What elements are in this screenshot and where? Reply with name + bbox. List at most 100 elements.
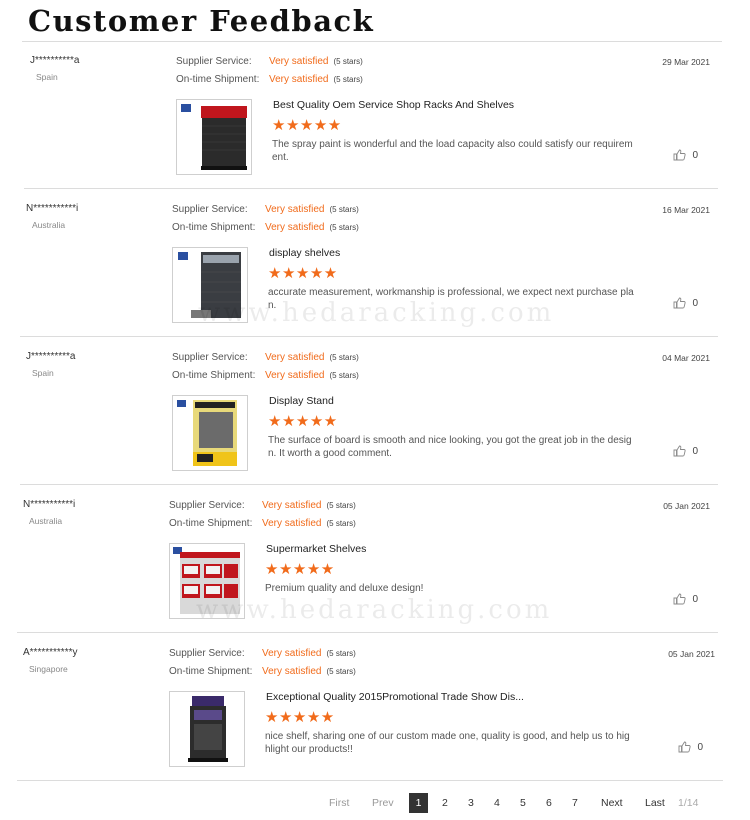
like-count: 0 bbox=[697, 741, 703, 753]
shipment-label: On-time Shipment: bbox=[176, 74, 260, 85]
pagination: First Prev 1 2 3 4 5 6 7 Next Last 1/14 bbox=[0, 793, 750, 815]
like-button[interactable]: 0 bbox=[673, 149, 698, 161]
shipment-stars: (5 stars) bbox=[333, 75, 363, 84]
shipment-row: On-time Shipment: Very satisfied (5 stars) bbox=[172, 370, 359, 381]
reviewer-name: J**********a bbox=[30, 55, 80, 66]
reviewer-name: A***********y bbox=[23, 647, 78, 658]
shipment-stars: (5 stars) bbox=[326, 667, 356, 676]
pagination-page[interactable]: 2 bbox=[442, 797, 448, 809]
like-button[interactable]: 0 bbox=[678, 741, 703, 753]
thumbs-up-icon bbox=[673, 593, 687, 605]
pagination-page[interactable]: 4 bbox=[494, 797, 500, 809]
product-title-link[interactable]: display shelves bbox=[269, 247, 340, 259]
thumbs-up-icon bbox=[673, 297, 687, 309]
supplier-service-row: Supplier Service: Very satisfied (5 stars) bbox=[172, 352, 359, 363]
supplier-service-row: Supplier Service: Very satisfied (5 stars) bbox=[176, 56, 363, 67]
like-button[interactable]: 0 bbox=[673, 297, 698, 309]
pagination-page[interactable]: 3 bbox=[468, 797, 474, 809]
reviewer-country: Australia bbox=[29, 516, 63, 526]
review-item: J**********a Spain Supplier Service: Very… bbox=[24, 41, 718, 189]
product-thumbnail[interactable] bbox=[169, 543, 245, 619]
thumbs-up-icon bbox=[678, 741, 692, 753]
pagination-first[interactable]: First bbox=[329, 797, 349, 809]
shipment-stars: (5 stars) bbox=[326, 519, 356, 528]
shipment-label: On-time Shipment: bbox=[172, 370, 256, 381]
star-rating: ★★★★★ bbox=[272, 117, 342, 134]
shipment-value: Very satisfied bbox=[265, 370, 325, 381]
thumbs-up-icon bbox=[673, 149, 687, 161]
like-count: 0 bbox=[692, 593, 698, 605]
product-thumbnail[interactable] bbox=[172, 395, 248, 471]
review-date: 05 Jan 2021 bbox=[668, 649, 715, 659]
pagination-page-current[interactable]: 1 bbox=[409, 793, 428, 813]
shipment-label: On-time Shipment: bbox=[169, 518, 253, 529]
product-title-link[interactable]: Display Stand bbox=[269, 395, 334, 407]
shipment-value: Very satisfied bbox=[262, 518, 322, 529]
review-comment: nice shelf, sharing one of our custom ma… bbox=[265, 731, 630, 755]
supplier-service-stars: (5 stars) bbox=[326, 501, 356, 510]
star-rating: ★★★★★ bbox=[268, 413, 338, 430]
shipment-row: On-time Shipment: Very satisfied (5 stars) bbox=[176, 74, 363, 85]
supplier-service-stars: (5 stars) bbox=[329, 205, 359, 214]
reviewer-name: N***********i bbox=[23, 499, 76, 510]
supplier-service-label: Supplier Service: bbox=[172, 352, 248, 363]
review-item: A***********y Singapore Supplier Service… bbox=[17, 633, 723, 781]
product-title-link[interactable]: Best Quality Oem Service Shop Racks And … bbox=[273, 99, 514, 111]
product-thumbnail[interactable] bbox=[169, 691, 245, 767]
supplier-service-row: Supplier Service: Very satisfied (5 stars) bbox=[172, 204, 359, 215]
supplier-service-value: Very satisfied bbox=[262, 500, 322, 511]
reviewer-country: Singapore bbox=[29, 664, 68, 674]
like-count: 0 bbox=[692, 297, 698, 309]
pagination-page[interactable]: 5 bbox=[520, 797, 526, 809]
thumbs-up-icon bbox=[673, 445, 687, 457]
shipment-row: On-time Shipment: Very satisfied (5 stars) bbox=[172, 222, 359, 233]
reviewer-country: Spain bbox=[36, 72, 58, 82]
like-count: 0 bbox=[692, 149, 698, 161]
product-thumbnail[interactable] bbox=[176, 99, 252, 175]
supplier-service-value: Very satisfied bbox=[269, 56, 329, 67]
like-count: 0 bbox=[692, 445, 698, 457]
pagination-total: 1/14 bbox=[678, 797, 699, 809]
review-item: N***********i Australia Supplier Service… bbox=[20, 189, 718, 337]
review-comment: The surface of board is smooth and nice … bbox=[268, 435, 632, 459]
reviewer-country: Australia bbox=[32, 220, 66, 230]
review-item: J**********a Spain Supplier Service: Very… bbox=[20, 337, 718, 485]
pagination-last[interactable]: Last bbox=[645, 797, 665, 809]
shipment-row: On-time Shipment: Very satisfied (5 stars) bbox=[169, 666, 356, 677]
supplier-service-stars: (5 stars) bbox=[329, 353, 359, 362]
supplier-service-value: Very satisfied bbox=[265, 352, 325, 363]
reviewer-name: N***********i bbox=[26, 203, 79, 214]
shipment-stars: (5 stars) bbox=[329, 371, 359, 380]
pagination-page[interactable]: 6 bbox=[546, 797, 552, 809]
supplier-service-value: Very satisfied bbox=[265, 204, 325, 215]
supplier-service-value: Very satisfied bbox=[262, 648, 322, 659]
review-date: 05 Jan 2021 bbox=[663, 501, 710, 511]
like-button[interactable]: 0 bbox=[673, 445, 698, 457]
supplier-service-row: Supplier Service: Very satisfied (5 stars) bbox=[169, 500, 356, 511]
supplier-service-label: Supplier Service: bbox=[169, 648, 245, 659]
page-title: Customer Feedback bbox=[28, 4, 375, 38]
supplier-service-stars: (5 stars) bbox=[326, 649, 356, 658]
supplier-service-label: Supplier Service: bbox=[172, 204, 248, 215]
like-button[interactable]: 0 bbox=[673, 593, 698, 605]
review-date: 04 Mar 2021 bbox=[662, 353, 710, 363]
product-title-link[interactable]: Supermarket Shelves bbox=[266, 543, 366, 555]
product-thumbnail[interactable] bbox=[172, 247, 248, 323]
supplier-service-stars: (5 stars) bbox=[333, 57, 363, 66]
pagination-page[interactable]: 7 bbox=[572, 797, 578, 809]
shipment-value: Very satisfied bbox=[262, 666, 322, 677]
pagination-prev[interactable]: Prev bbox=[372, 797, 394, 809]
review-comment: accurate measurement, workmanship is pro… bbox=[268, 287, 634, 311]
star-rating: ★★★★★ bbox=[265, 709, 335, 726]
shipment-value: Very satisfied bbox=[269, 74, 329, 85]
review-comment: Premium quality and deluxe design! bbox=[265, 583, 424, 594]
product-title-link[interactable]: Exceptional Quality 2015Promotional Trad… bbox=[266, 691, 524, 703]
pagination-next[interactable]: Next bbox=[601, 797, 623, 809]
shipment-value: Very satisfied bbox=[265, 222, 325, 233]
review-item: N***********i Australia Supplier Service… bbox=[17, 485, 718, 633]
reviewer-country: Spain bbox=[32, 368, 54, 378]
reviewer-name: J**********a bbox=[26, 351, 76, 362]
supplier-service-label: Supplier Service: bbox=[169, 500, 245, 511]
review-date: 29 Mar 2021 bbox=[662, 57, 710, 67]
review-comment: The spray paint is wonderful and the loa… bbox=[272, 139, 633, 163]
